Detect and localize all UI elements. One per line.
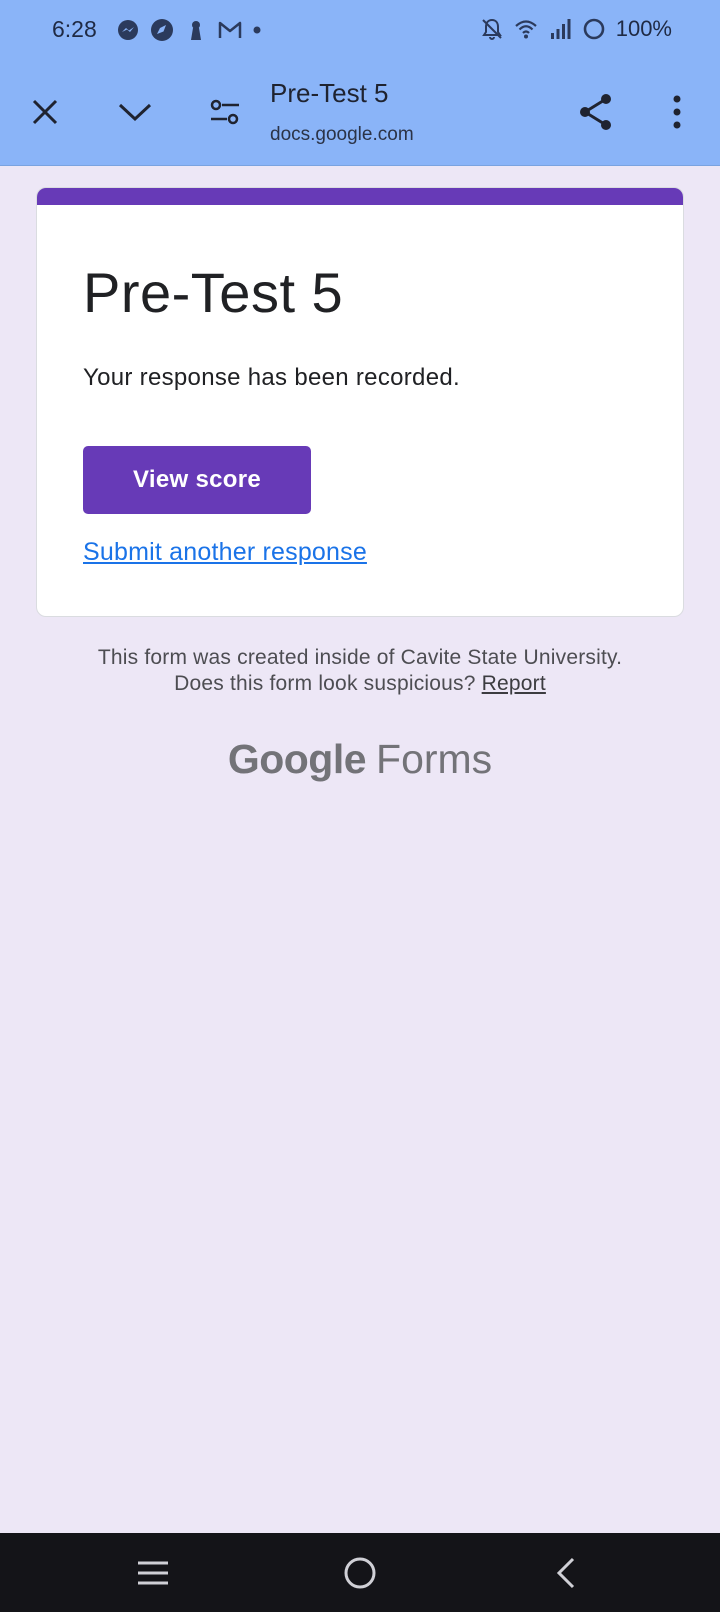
footer-note: This form was created inside of Cavite S… xyxy=(0,645,720,697)
bell-off-icon xyxy=(481,18,502,40)
status-time: 6:28 xyxy=(52,16,97,42)
more-options-button[interactable] xyxy=(653,88,701,136)
view-score-button[interactable]: View score xyxy=(83,446,311,514)
gmail-icon xyxy=(218,21,242,38)
logo-google-text: Google xyxy=(227,736,367,782)
home-icon xyxy=(344,1557,376,1589)
messenger-icon xyxy=(118,20,138,40)
more-vert-icon xyxy=(673,95,681,129)
share-button[interactable] xyxy=(572,88,620,136)
status-bar: 6:28 100% xyxy=(0,0,720,62)
custom-tab-toolbar: Pre-Test 5 docs.google.com xyxy=(0,62,720,166)
battery-percent: 100% xyxy=(615,16,672,41)
logo-forms-text: Forms xyxy=(376,736,493,782)
back-button[interactable] xyxy=(538,1547,594,1599)
footer-org-line: This form was created inside of Cavite S… xyxy=(97,646,623,669)
wifi-icon xyxy=(514,20,537,39)
notification-icons xyxy=(116,18,262,42)
tab-url[interactable]: docs.google.com xyxy=(270,124,414,146)
confirmation-card: Pre-Test 5 Your response has been record… xyxy=(36,187,684,617)
form-title: Pre-Test 5 xyxy=(83,261,344,324)
recents-button[interactable] xyxy=(125,1547,181,1599)
page-settings-button[interactable] xyxy=(201,88,249,136)
google-forms-logo[interactable]: Google Forms xyxy=(0,736,720,783)
card-accent-bar xyxy=(37,188,683,205)
chevron-down-icon xyxy=(118,103,152,122)
recents-icon xyxy=(138,1561,168,1585)
share-icon xyxy=(580,94,611,130)
battery-ring-icon xyxy=(583,18,605,40)
report-link[interactable]: Report xyxy=(482,672,546,695)
compass-icon xyxy=(151,19,173,41)
confirmation-message: Your response has been recorded. xyxy=(83,364,460,391)
minimize-button[interactable] xyxy=(111,88,159,136)
tab-title: Pre-Test 5 xyxy=(270,78,389,108)
close-icon xyxy=(32,99,58,125)
footer-suspicious-text: Does this form look suspicious? xyxy=(174,672,476,695)
home-button[interactable] xyxy=(332,1547,388,1599)
submit-another-response-link[interactable]: Submit another response xyxy=(83,538,367,567)
footer-suspicious-line: Does this form look suspicious? Report xyxy=(0,671,720,697)
dot-icon xyxy=(253,26,261,34)
system-icons: 100% xyxy=(480,16,672,42)
signal-icon xyxy=(550,19,571,39)
navigation-bar xyxy=(0,1533,720,1612)
keyhole-icon xyxy=(191,21,201,40)
close-button[interactable] xyxy=(21,88,69,136)
tune-icon xyxy=(210,99,239,125)
back-icon xyxy=(556,1557,575,1589)
